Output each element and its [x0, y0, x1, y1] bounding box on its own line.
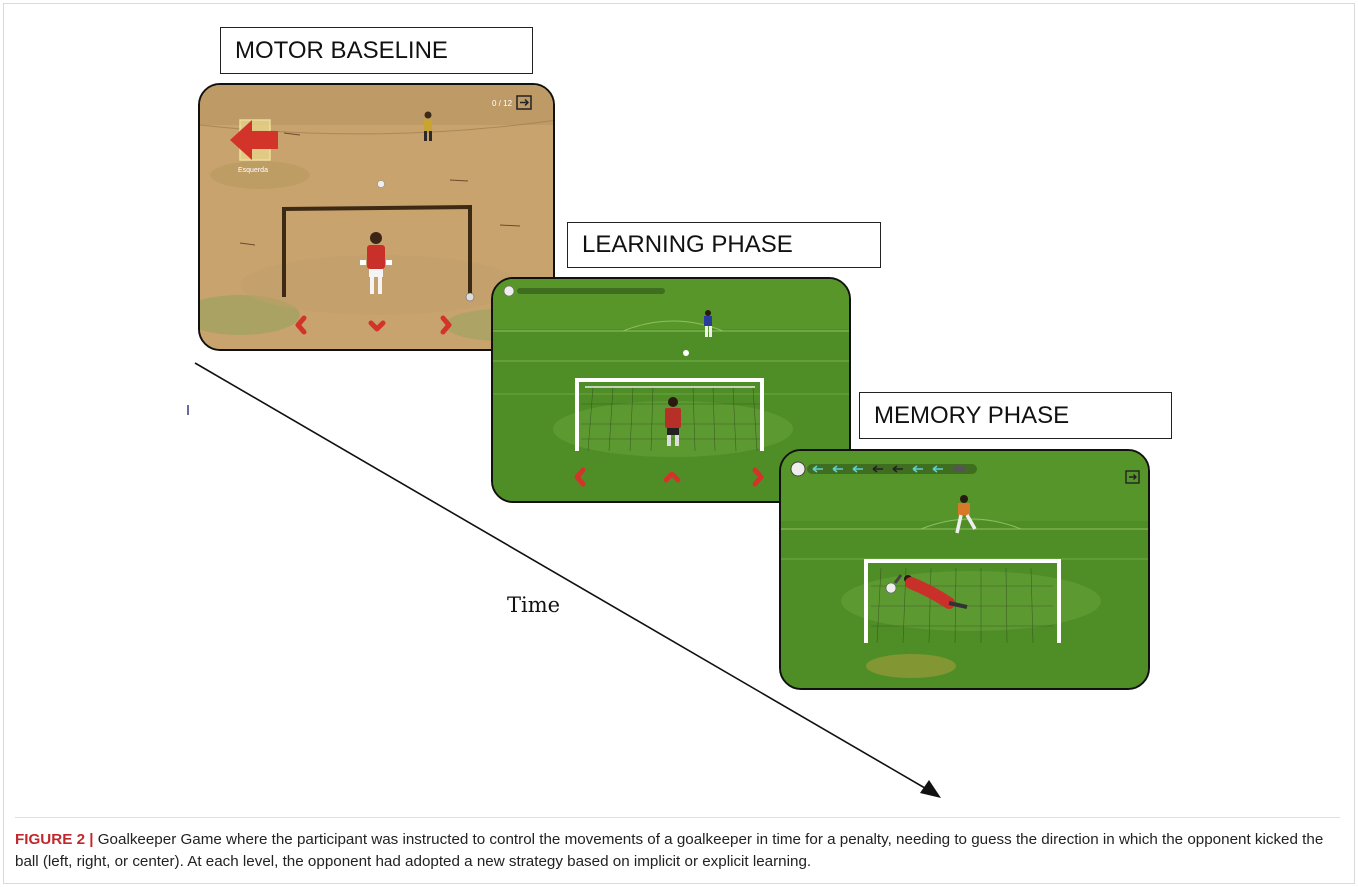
arrow-label: Esquerda	[238, 167, 268, 174]
ball	[885, 582, 897, 594]
ball	[377, 180, 385, 188]
figure-number: FIGURE 2 |	[15, 831, 94, 848]
kicker-figure	[704, 310, 712, 337]
figure-caption: FIGURE 2 | Goalkeeper Game where the par…	[15, 829, 1340, 873]
time-label: Time	[507, 593, 561, 617]
sequence-bar	[790, 461, 977, 477]
caption-divider	[15, 817, 1340, 818]
caption-text: Goalkeeper Game where the participant wa…	[15, 831, 1324, 870]
memory-phase-screen	[779, 449, 1150, 690]
learning-phase-label: LEARNING PHASE	[567, 222, 881, 268]
ball	[683, 350, 689, 356]
motor-baseline-label: MOTOR BASELINE	[220, 27, 533, 74]
memory-phase-scene	[781, 451, 1148, 688]
memory-phase-label: MEMORY PHASE	[859, 392, 1172, 439]
stray-mark	[187, 405, 189, 415]
trial-counter: 0 / 12	[492, 99, 513, 108]
